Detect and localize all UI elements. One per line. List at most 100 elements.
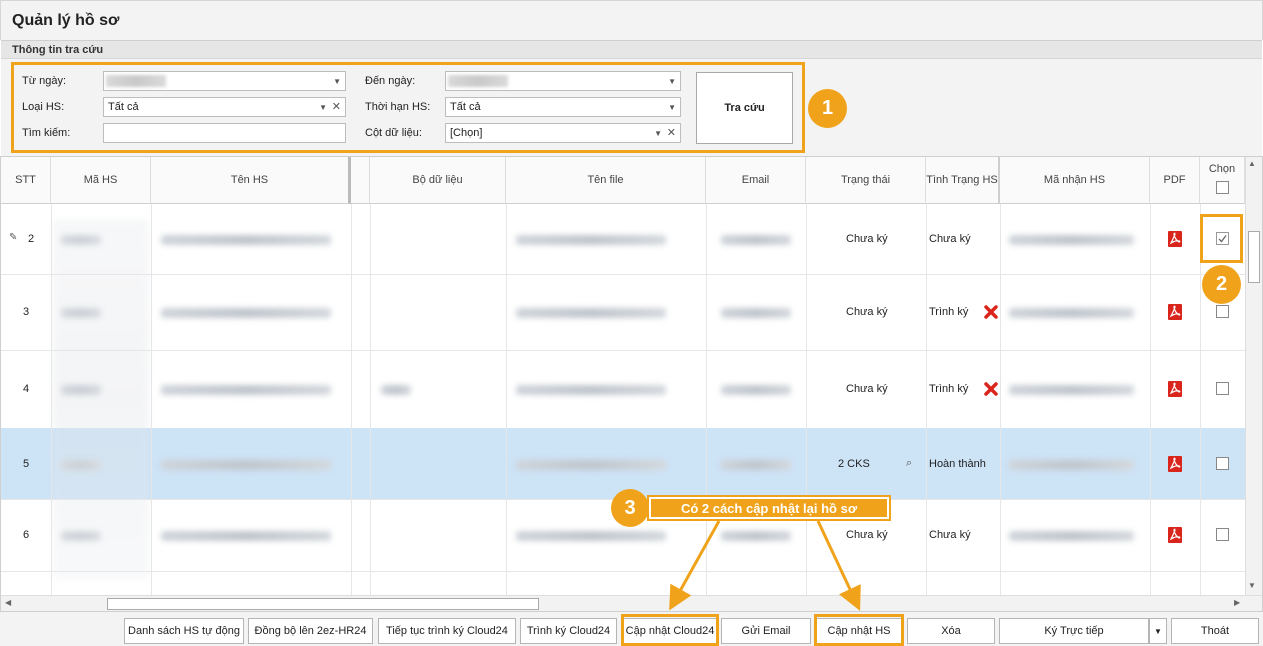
- scroll-right-icon[interactable]: ▶: [1234, 598, 1240, 607]
- row-tinh-trang: Trình ký: [929, 306, 969, 318]
- select-all-checkbox[interactable]: [1215, 181, 1229, 194]
- row-ten-hs: [161, 460, 331, 470]
- row-ten-file: [516, 531, 666, 541]
- step-badge-2: 2: [1202, 265, 1241, 304]
- send-email-button[interactable]: Gửi Email: [721, 618, 811, 644]
- pdf-icon[interactable]: [1168, 456, 1182, 472]
- col-header-stt[interactable]: STT: [1, 157, 51, 204]
- row-tinh-trang: Chưa ký: [929, 233, 971, 245]
- column-divider: [506, 204, 507, 595]
- horizontal-scrollbar[interactable]: ◀ ▶: [1, 595, 1262, 611]
- pdf-icon[interactable]: [1168, 304, 1182, 320]
- col-header-ten-hs[interactable]: Tên HS: [151, 157, 351, 204]
- pdf-icon[interactable]: [1168, 231, 1182, 247]
- col-header-ma-nhan[interactable]: Mã nhận HS: [1000, 157, 1150, 204]
- row-ten-hs: [161, 385, 331, 395]
- row-ten-file: [516, 235, 666, 245]
- col-header-tinh-trang[interactable]: Tình Trạng HS: [926, 157, 1000, 204]
- row-email: [721, 308, 791, 318]
- row-ten-file: [516, 460, 666, 470]
- row-ten-hs: [161, 235, 331, 245]
- horizontal-scroll-thumb[interactable]: [107, 598, 539, 610]
- callout-label: Có 2 cách cập nhật lại hồ sơ: [649, 497, 889, 519]
- row-tinh-trang: Trình ký: [929, 383, 969, 395]
- row-trang-thai: Chưa ký: [846, 383, 888, 395]
- column-divider: [1150, 204, 1151, 595]
- vertical-scrollbar[interactable]: ▲ ▼: [1245, 157, 1262, 595]
- row-select-checkbox[interactable]: [1216, 382, 1229, 395]
- row-ma-nhan: [1009, 460, 1134, 470]
- col-header-spacer: [351, 157, 370, 204]
- error-x-icon: [984, 305, 998, 319]
- table-row[interactable]: ✎ 2 Chưa ký Chưa ký: [1, 204, 1245, 274]
- sync-button[interactable]: Đồng bộ lên 2ez-HR24: [248, 618, 373, 644]
- row-select-checkbox[interactable]: [1216, 528, 1229, 541]
- row-tinh-trang: Hoàn thành: [929, 458, 986, 470]
- row-email: [721, 460, 791, 470]
- col-header-chon-label: Chọn: [1208, 163, 1236, 175]
- delete-button[interactable]: Xóa: [907, 618, 995, 644]
- exit-button[interactable]: Thoát: [1171, 618, 1259, 644]
- step-badge-1: 1: [808, 89, 847, 128]
- col-header-ma-hs[interactable]: Mã HS: [51, 157, 151, 204]
- column-divider: [151, 204, 152, 595]
- direct-sign-dropdown[interactable]: ▼: [1149, 618, 1167, 644]
- vertical-scroll-thumb[interactable]: [1248, 231, 1260, 283]
- table-row[interactable]: 3 Chưa ký Trình ký: [1, 274, 1245, 350]
- continue-sign-button[interactable]: Tiếp tục trình ký Cloud24: [378, 618, 516, 644]
- row-select-checkbox[interactable]: [1216, 457, 1229, 470]
- chevron-down-icon[interactable]: ▼: [1154, 627, 1162, 636]
- row-bo-du-lieu: [381, 385, 411, 395]
- magnifier-icon[interactable]: ⌕: [906, 457, 912, 470]
- scroll-down-icon[interactable]: ▼: [1248, 581, 1256, 590]
- blurred-region: [53, 219, 149, 579]
- row-email: [721, 531, 791, 541]
- window-title: Quản lý hồ sơ: [12, 12, 120, 29]
- row-divider: [1, 571, 1245, 572]
- scroll-up-icon[interactable]: ▲: [1248, 159, 1256, 168]
- search-panel-title: Thông tin tra cứu: [12, 44, 104, 56]
- row-trang-thai: Chưa ký: [846, 233, 888, 245]
- row-stt: 3: [23, 306, 30, 318]
- row-stt: 5: [23, 458, 30, 470]
- table-row[interactable]: 4 Chưa ký Trình ký: [1, 350, 1245, 428]
- row-ten-hs: [161, 531, 331, 541]
- row-ten-hs: [161, 308, 331, 318]
- column-divider: [806, 204, 807, 595]
- row-email: [721, 235, 791, 245]
- row-ma-nhan: [1009, 308, 1134, 318]
- row-ma-nhan: [1009, 235, 1134, 245]
- auto-list-button[interactable]: Danh sách HS tự động: [124, 618, 244, 644]
- pdf-icon[interactable]: [1168, 527, 1182, 543]
- pdf-icon[interactable]: [1168, 381, 1182, 397]
- submit-sign-button[interactable]: Trình ký Cloud24: [520, 618, 617, 644]
- row-stt: 4: [23, 383, 30, 395]
- error-x-icon: [984, 382, 998, 396]
- window-title-bar: Quản lý hồ sơ: [0, 0, 1263, 40]
- step-badge-3: 3: [611, 489, 649, 527]
- row-ma-nhan: [1009, 531, 1134, 541]
- column-divider: [351, 204, 352, 595]
- highlight-box-search: [11, 62, 805, 153]
- row-stt: 6: [23, 529, 30, 541]
- col-header-trang-thai[interactable]: Trạng thái: [806, 157, 926, 204]
- records-grid: STT Mã HS Tên HS Bộ dữ liệu Tên file Ema…: [0, 156, 1263, 612]
- row-stt: 2: [28, 233, 35, 245]
- highlight-box-checkbox: [1200, 214, 1243, 263]
- col-header-pdf[interactable]: PDF: [1150, 157, 1200, 204]
- column-divider: [370, 204, 371, 595]
- col-header-ten-file[interactable]: Tên file: [506, 157, 706, 204]
- scroll-left-icon[interactable]: ◀: [5, 598, 11, 607]
- row-trang-thai: Chưa ký: [846, 306, 888, 318]
- row-ten-file: [516, 308, 666, 318]
- direct-sign-button[interactable]: Ký Trực tiếp: [999, 618, 1149, 644]
- row-select-checkbox[interactable]: [1216, 305, 1229, 318]
- col-header-bo-du-lieu[interactable]: Bộ dữ liệu: [370, 157, 506, 204]
- row-trang-thai: Chưa ký: [846, 529, 888, 541]
- column-divider: [1000, 204, 1001, 595]
- table-row[interactable]: 5 2 CKS ⌕ Hoàn thành: [1, 428, 1245, 499]
- search-panel-header: Thông tin tra cứu: [1, 40, 1262, 59]
- row-email: [721, 385, 791, 395]
- col-header-chon[interactable]: Chọn: [1200, 157, 1245, 204]
- col-header-email[interactable]: Email: [706, 157, 806, 204]
